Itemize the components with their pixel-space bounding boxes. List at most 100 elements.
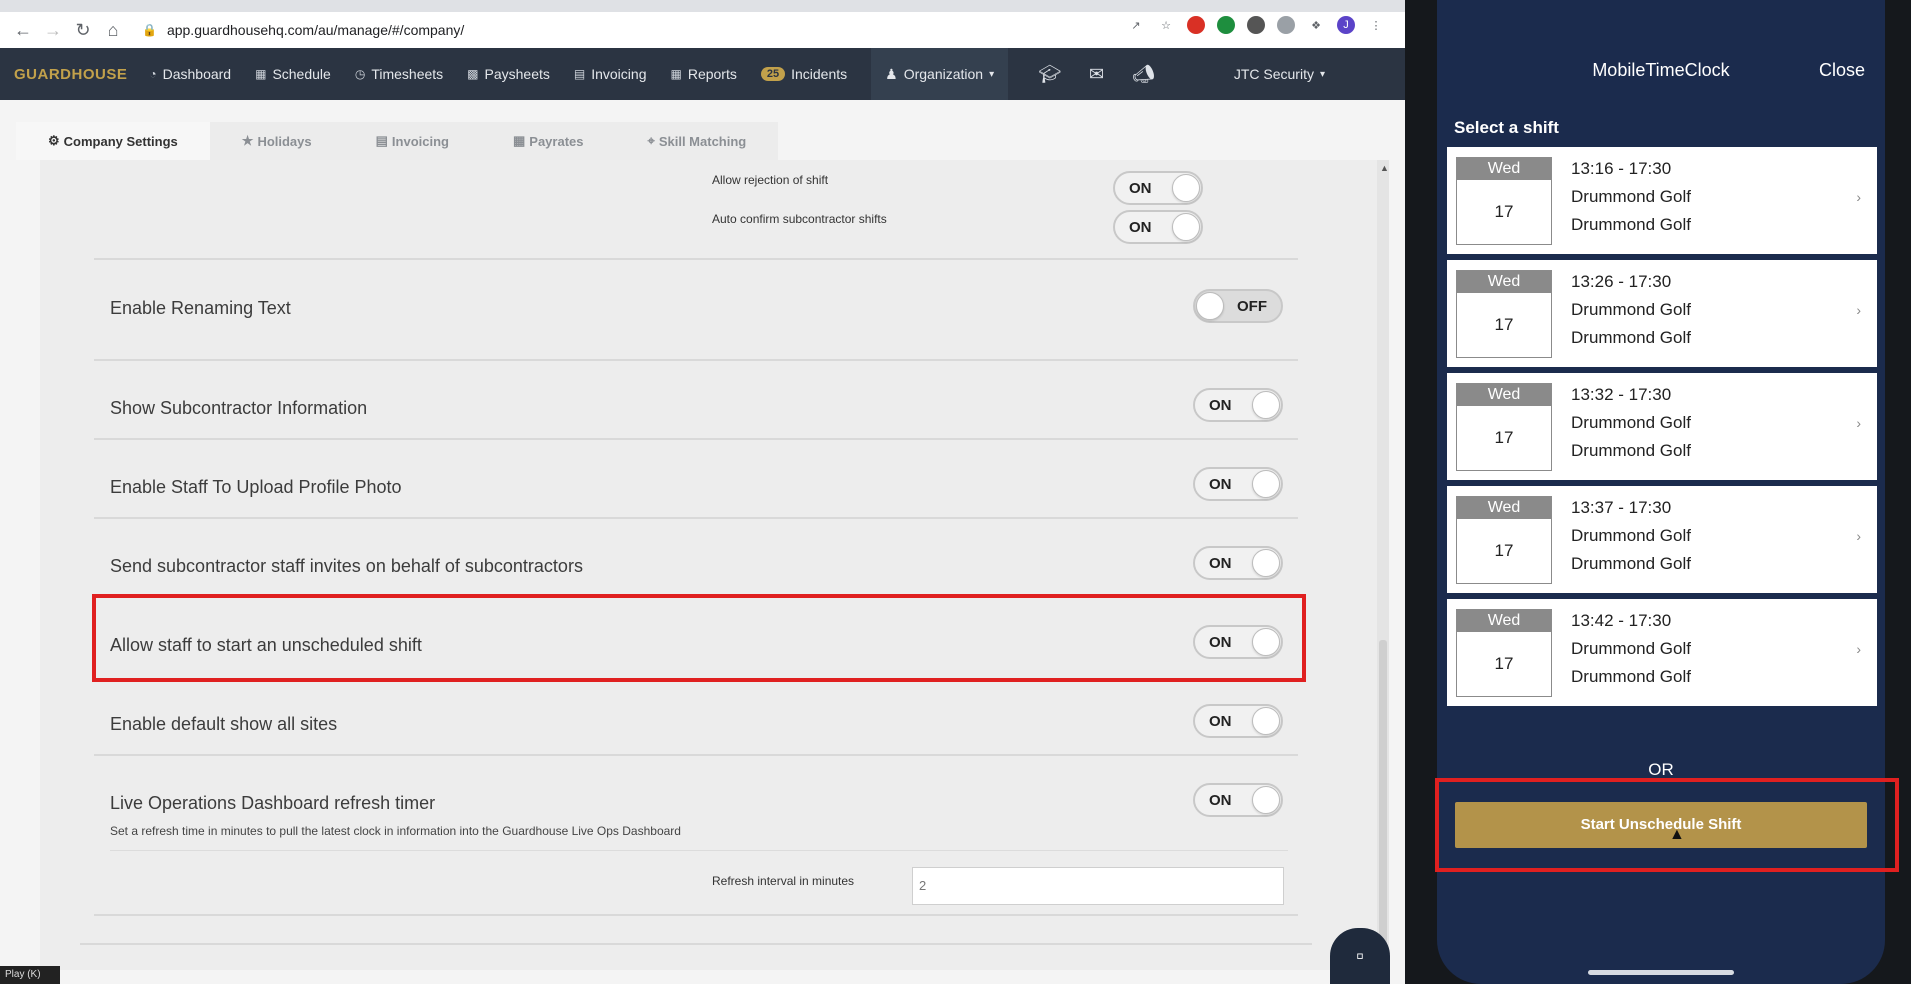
tab-label: Company Settings <box>63 133 178 149</box>
cal-dow: Wed <box>1457 271 1551 293</box>
shift-item[interactable]: Wed 17 13:32 - 17:30 Drummond Golf Drummo… <box>1447 373 1877 480</box>
shift-item[interactable]: Wed 17 13:37 - 17:30 Drummond Golf Drummo… <box>1447 486 1877 593</box>
subcontractor-info-toggle[interactable]: ON <box>1193 388 1283 422</box>
cal-dom: 17 <box>1494 202 1514 221</box>
puzzle-icon[interactable]: ❖ <box>1307 16 1325 34</box>
guardhouse-logo[interactable]: GUARDHOUSE <box>14 66 127 83</box>
setting-row-show-all-sites: Enable default show all sites <box>94 677 1298 756</box>
nav-incidents[interactable]: 25 Incidents <box>760 66 847 82</box>
scrollbar-thumb[interactable] <box>1379 640 1387 970</box>
invoice-icon: ▤ <box>375 133 388 148</box>
share-icon[interactable]: ↗ <box>1127 16 1145 34</box>
toggle-knob <box>1172 213 1200 241</box>
toggle-state: ON <box>1209 713 1232 730</box>
browser-tabstrip <box>0 0 1405 12</box>
nav-invoicing[interactable]: ▤ Invoicing <box>574 66 647 82</box>
megaphone-icon[interactable]: 📣︎ <box>1132 64 1155 85</box>
tab-company-settings[interactable]: ⚙ Company Settings <box>16 122 210 160</box>
toggle-knob <box>1252 707 1280 735</box>
renaming-toggle[interactable]: OFF <box>1193 289 1283 323</box>
calendar-icon: Wed 17 <box>1456 609 1552 697</box>
nav-invoicing-label: Invoicing <box>591 66 647 82</box>
reload-icon[interactable]: ↻ <box>70 17 96 43</box>
shift-time: 13:26 - 17:30 <box>1571 272 1672 291</box>
users-icon: ♟ <box>885 65 898 82</box>
navbar-right-icons: 🎓︎ ✉ 📣︎ <box>1038 48 1155 100</box>
auto-confirm-toggle[interactable]: ON <box>1113 210 1203 244</box>
browser-extension-icons: ↗ ☆ ❖ J ⋮ <box>1127 16 1385 34</box>
nav-organization-label: Organization <box>903 66 984 82</box>
tab-label: Invoicing <box>391 133 449 149</box>
select-shift-heading: Select a shift <box>1454 118 1559 137</box>
scroll-up-icon[interactable]: ▲ <box>1380 163 1389 173</box>
setting-row-subcontractor-info: Show Subcontractor Information <box>94 361 1298 440</box>
nav-schedule[interactable]: ▦ Schedule <box>255 66 331 82</box>
calendar-icon: Wed 17 <box>1456 496 1552 584</box>
nav-dashboard[interactable]: ◔ Dashboard <box>149 66 231 82</box>
cal-dow: Wed <box>1457 610 1551 632</box>
nav-paysheets[interactable]: ▩ Paysheets <box>467 66 550 82</box>
shift-site: Drummond Golf <box>1571 187 1691 206</box>
setting-row-renaming: Enable Renaming Text <box>94 260 1298 361</box>
setting-row-profile-photo: Enable Staff To Upload Profile Photo <box>94 440 1298 519</box>
tab-payrates[interactable]: ▦ Payrates <box>480 122 616 160</box>
shift-item[interactable]: Wed 17 13:26 - 17:30 Drummond Golf Drummo… <box>1447 260 1877 367</box>
chevron-right-icon: › <box>1856 528 1861 544</box>
envelope-icon[interactable]: ✉ <box>1089 64 1104 85</box>
tab-holidays[interactable]: ★ Holidays <box>209 122 344 160</box>
back-icon[interactable]: ← <box>10 17 36 43</box>
allow-rejection-toggle[interactable]: ON <box>1113 171 1203 205</box>
tab-skill-matching[interactable]: ⌖ Skill Matching <box>615 122 779 160</box>
home-indicator <box>1588 970 1734 975</box>
forward-icon[interactable]: → <box>40 17 66 43</box>
profile-photo-toggle[interactable]: ON <box>1193 467 1283 501</box>
dashboard-icon: ◔ <box>149 67 157 81</box>
incidents-count-badge: 25 <box>760 67 786 81</box>
money-icon: ▩ <box>467 67 479 81</box>
nav-reports[interactable]: ▦ Reports <box>670 66 736 82</box>
tab-invoicing[interactable]: ▤ Invoicing <box>343 122 481 160</box>
chat-icon[interactable]: ▫ <box>1330 928 1390 984</box>
graduation-cap-icon[interactable]: 🎓︎ <box>1038 64 1061 85</box>
close-button[interactable]: Close <box>1819 60 1865 81</box>
refresh-interval-input[interactable]: 2 <box>912 867 1284 905</box>
bookmark-star-icon[interactable]: ☆ <box>1157 16 1175 34</box>
extension-dark-icon[interactable] <box>1247 16 1265 34</box>
nav-dashboard-label: Dashboard <box>162 66 232 82</box>
crosshair-icon: ⌖ <box>647 133 655 148</box>
company-menu[interactable]: JTC Security ▾ <box>1234 48 1325 100</box>
chevron-right-icon: › <box>1856 415 1861 431</box>
lock-icon: 🔒 <box>142 23 157 37</box>
extension-red-icon[interactable] <box>1187 16 1205 34</box>
setting-description: Set a refresh time in minutes to pull th… <box>110 824 681 838</box>
nav-organization[interactable]: ♟ Organization ▾ <box>871 48 1009 100</box>
nav-timesheets[interactable]: ◷ Timesheets <box>355 66 443 82</box>
nav-paysheets-label: Paysheets <box>484 66 550 82</box>
auto-confirm-label: Auto confirm subcontractor shifts <box>712 212 887 226</box>
address-bar[interactable]: 🔒 app.guardhousehq.com/au/manage/#/compa… <box>142 18 1262 42</box>
profile-avatar[interactable]: J <box>1337 16 1355 34</box>
company-name: JTC Security <box>1233 66 1314 82</box>
show-all-sites-toggle[interactable]: ON <box>1193 704 1283 738</box>
refresh-timer-toggle[interactable]: ON <box>1193 783 1283 817</box>
calendar-icon: Wed 17 <box>1456 270 1552 358</box>
tab-label: Skill Matching <box>658 133 747 149</box>
clock-icon: ◷ <box>354 67 366 81</box>
menu-dots-icon[interactable]: ⋮ <box>1367 16 1385 34</box>
sub-settings-divider <box>94 240 1298 260</box>
shift-item[interactable]: Wed 17 13:42 - 17:30 Drummond Golf Drummo… <box>1447 599 1877 706</box>
app-title: MobileTimeClock <box>1592 60 1730 80</box>
chevron-right-icon: › <box>1856 641 1861 657</box>
extension-gray-icon[interactable] <box>1277 16 1295 34</box>
phone-status-bar <box>1479 0 1879 40</box>
url-text: app.guardhousehq.com/au/manage/#/company… <box>166 22 465 38</box>
toggle-state: OFF <box>1237 298 1267 315</box>
shift-site: Drummond Golf <box>1571 526 1691 545</box>
gear-icon: ⚙ <box>48 133 60 148</box>
tab-label: Payrates <box>529 133 584 149</box>
extension-green-icon[interactable] <box>1217 16 1235 34</box>
home-icon[interactable]: ⌂ <box>100 17 126 43</box>
subcontractor-invites-toggle[interactable]: ON <box>1193 546 1283 580</box>
highlight-box <box>92 594 1306 682</box>
shift-item[interactable]: Wed 17 13:16 - 17:30 Drummond Golf Drummo… <box>1447 147 1877 254</box>
